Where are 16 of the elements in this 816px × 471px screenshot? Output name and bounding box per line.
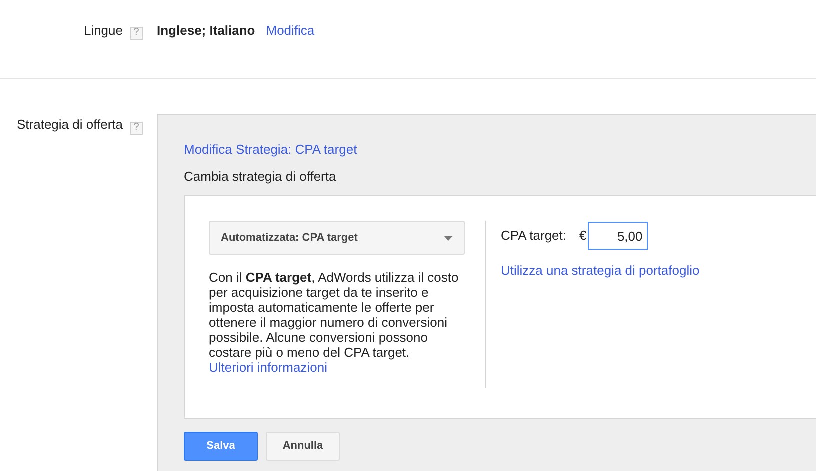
cancel-button[interactable]: Annulla [266, 432, 340, 461]
edit-strategy-link[interactable]: Modifica Strategia: CPA target [184, 142, 358, 157]
strategy-dropdown[interactable]: Automatizzata: CPA target [209, 221, 465, 255]
field-label: Strategia di offerta [17, 116, 123, 134]
panel-subtitle: Cambia strategia di offerta [184, 168, 336, 186]
more-info-link[interactable]: Ulteriori informazioni [209, 360, 328, 375]
portfolio-link[interactable]: Utilizza una strategia di portafoglio [501, 261, 700, 280]
caret-icon [444, 236, 453, 240]
cpa-label: CPA target: [501, 227, 567, 246]
edit-link[interactable]: Modifica [266, 21, 315, 41]
field-label: Lingue [84, 22, 123, 40]
languages-value: Inglese; Italiano [157, 22, 256, 40]
cpa-input[interactable]: 5,00 [588, 222, 648, 250]
strategy-description: Con il CPA target, AdWords utilizza il costo per acquisizione target da te inserito e imposta automaticamente le offerte per ottenere il maggior numero di conversioni possibile. Alcune conversioni possono costare più o meno del CPA target. Ulteriori informazioni [209, 270, 459, 375]
currency-symbol: € [580, 227, 587, 246]
save-button[interactable]: Salva [184, 432, 258, 461]
